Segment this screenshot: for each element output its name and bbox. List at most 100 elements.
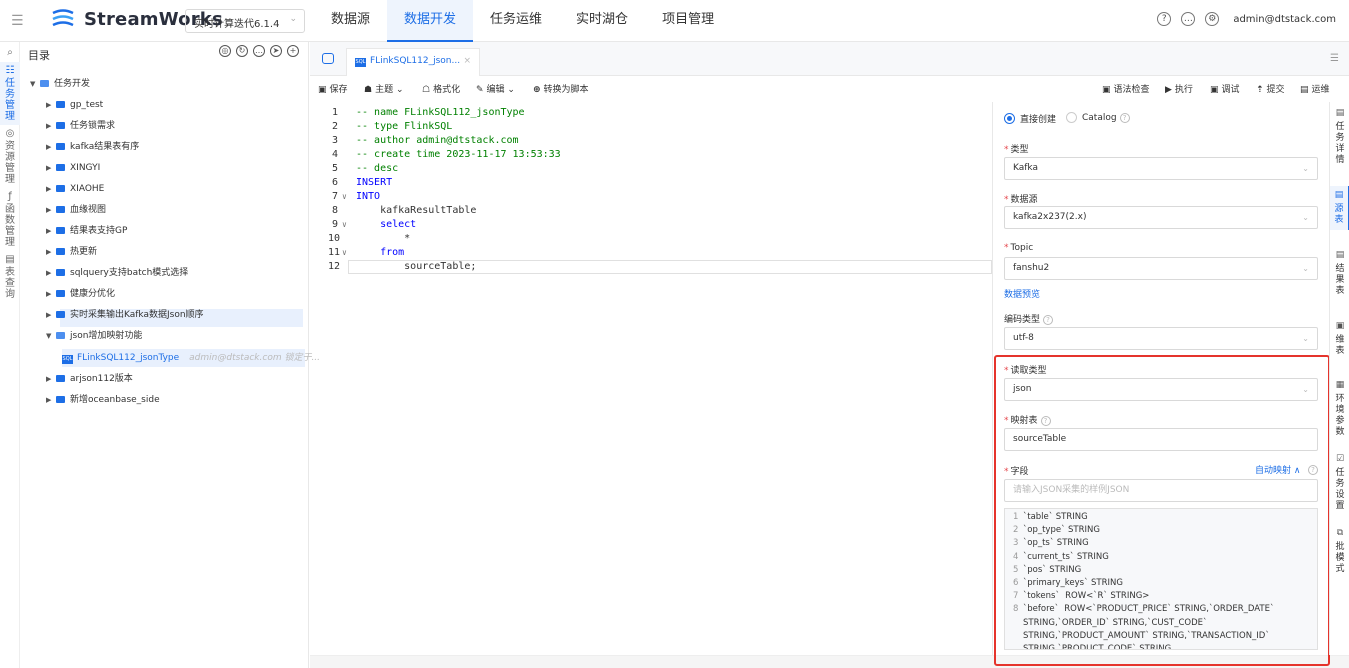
help-icon[interactable]: ? bbox=[1119, 112, 1130, 123]
data-preview-link[interactable]: 数据预览 bbox=[1004, 287, 1040, 300]
result-table-icon: ▤ bbox=[1335, 250, 1345, 260]
help-icon[interactable]: ? bbox=[1043, 315, 1054, 325]
more-icon[interactable]: … bbox=[253, 45, 265, 57]
submit-button[interactable]: ⇡ 提交 bbox=[1256, 82, 1285, 95]
user-name[interactable]: admin@dtstack.com bbox=[1233, 14, 1336, 25]
caret-right-icon: ▶ bbox=[46, 248, 52, 256]
read-type-label: * 读取类型 bbox=[1004, 366, 1047, 376]
tree-title: 目录 bbox=[28, 49, 50, 62]
rail-function-manage[interactable]: ƒ 函数管理 bbox=[0, 188, 20, 251]
rail-label: 结果表 bbox=[1335, 264, 1345, 296]
code-line: 12 sourceTable; bbox=[328, 261, 477, 272]
field-text: `current_ts` STRING bbox=[1023, 551, 1109, 562]
auto-map-link[interactable]: 自动映射 ∧ bbox=[1255, 463, 1300, 476]
source-config-panel: 直接创建 Catalog? * 类型 Kafka ⌄ * 数据源 kafka2x237… bbox=[992, 102, 1329, 655]
nav-item-lakehouse[interactable]: 实时湖仓 bbox=[559, 0, 645, 42]
save-button[interactable]: ▣ 保存 bbox=[318, 82, 348, 95]
version-select[interactable]: 实时计算迭代6.1.4 ⌄ bbox=[185, 9, 305, 33]
rail-env-params[interactable]: ▦ 环境参数 bbox=[1330, 380, 1349, 438]
add-icon[interactable]: + bbox=[287, 45, 299, 57]
radio-catalog[interactable]: Catalog? bbox=[1066, 112, 1130, 123]
rail-task-manage[interactable]: ☷ 任务管理 bbox=[0, 62, 20, 125]
rail-task-details[interactable]: ▤ 任务详情 bbox=[1330, 108, 1349, 166]
tree-item[interactable]: ▶ 结果表支持GP bbox=[46, 222, 127, 240]
convert-script-button[interactable]: ⊕ 转换为脚本 bbox=[533, 82, 589, 95]
rail-dim-table[interactable]: ▣ 维表 bbox=[1330, 321, 1349, 357]
mapping-table-input[interactable]: sourceTable bbox=[1004, 428, 1318, 451]
nav-item-task-ops[interactable]: 任务运维 bbox=[473, 0, 559, 42]
tree-item[interactable]: ▶ sqlquery支持batch模式选择 bbox=[46, 264, 188, 282]
json-sample-input[interactable]: 请输入JSON采集的样例JSON bbox=[1004, 479, 1318, 502]
rail-task-settings[interactable]: ☑ 任务设置 bbox=[1330, 454, 1349, 512]
format-button[interactable]: ☖ 格式化 bbox=[422, 82, 460, 95]
pencil-icon: ✎ bbox=[476, 85, 484, 95]
nav-item-data-dev[interactable]: 数据开发 bbox=[387, 0, 474, 42]
tab-menu-icon[interactable]: ☰ bbox=[1330, 53, 1339, 64]
tree-item[interactable]: ▶ 热更新 bbox=[46, 243, 97, 261]
help-icon[interactable]: ? bbox=[1040, 416, 1051, 426]
code-line: 11 ∨ from bbox=[328, 247, 405, 258]
refresh-icon[interactable]: ↻ bbox=[236, 45, 248, 57]
tree-label: json增加映射功能 bbox=[70, 331, 143, 341]
rail-resource-manage[interactable]: ◎ 资源管理 bbox=[0, 125, 20, 188]
read-type-select[interactable]: json ⌄ bbox=[1004, 378, 1318, 401]
file-tab[interactable]: SQL FLinkSQL112_json... × bbox=[346, 48, 480, 76]
tree-item[interactable]: ▶ kafka结果表有序 bbox=[46, 138, 139, 156]
submit-label: 提交 bbox=[1266, 85, 1285, 95]
gear-icon[interactable]: ⚙ bbox=[1205, 12, 1220, 26]
field-line: 3 `op_ts` STRING bbox=[1005, 537, 1317, 550]
tree-actions: ◎ ↻ … ➤ + bbox=[219, 45, 299, 57]
radio-direct-create[interactable]: 直接创建 bbox=[1004, 112, 1056, 125]
tree-item[interactable]: ▶ 任务锁需求 bbox=[46, 117, 115, 135]
menu-icon[interactable]: ☰ bbox=[11, 13, 24, 29]
mapping-table-label: * 映射表? bbox=[1004, 413, 1051, 426]
help-icon[interactable]: ? bbox=[1308, 465, 1318, 475]
close-icon[interactable]: × bbox=[463, 49, 471, 73]
sql-file-icon: SQL bbox=[62, 355, 73, 364]
tree-item[interactable]: ▶ 健康分优化 bbox=[46, 285, 115, 303]
caret-right-icon: ▶ bbox=[46, 122, 52, 130]
code-editor[interactable]: 1 -- name FLinkSQL112_jsonType 2 -- type F… bbox=[310, 102, 992, 655]
rail-source-table[interactable]: ▤ 源表 bbox=[1330, 186, 1349, 230]
tree-item[interactable]: ▼ json增加映射功能 bbox=[46, 327, 142, 345]
horizontal-scrollbar[interactable] bbox=[310, 655, 1349, 668]
rail-result-table[interactable]: ▤ 结果表 bbox=[1330, 250, 1349, 297]
type-select[interactable]: Kafka ⌄ bbox=[1004, 157, 1318, 180]
encoding-select[interactable]: utf-8 ⌄ bbox=[1004, 327, 1318, 350]
theme-button[interactable]: ☗ 主题 ⌄ bbox=[364, 82, 404, 95]
search-icon[interactable]: ⌕ bbox=[0, 42, 20, 62]
help-icon[interactable]: ? bbox=[1157, 12, 1172, 26]
nav-item-project[interactable]: 项目管理 bbox=[645, 0, 731, 42]
code-line: 5 -- desc bbox=[331, 163, 399, 174]
tree-file-selected[interactable]: SQL FLinkSQL112_jsonType admin@dtstack.com… bbox=[62, 349, 320, 367]
tree-item[interactable]: ▶ 血缘视图 bbox=[46, 201, 106, 219]
tree-item[interactable]: ▶ arjson112版本 bbox=[46, 370, 133, 388]
home-icon[interactable] bbox=[322, 53, 334, 64]
ops-button[interactable]: ▤ 运维 bbox=[1300, 82, 1330, 95]
rail-table-query[interactable]: ▤ 表查询 bbox=[0, 251, 20, 303]
tree-item[interactable]: ▶ 实时采集输出Kafka数据Json顺序 bbox=[46, 306, 204, 324]
fold-icon[interactable]: ∨ bbox=[342, 190, 347, 204]
message-icon[interactable]: … bbox=[1181, 12, 1196, 26]
tree-item[interactable]: ▶ 新增oceanbase_side bbox=[46, 391, 160, 409]
code-line: 3 -- author admin@dtstack.com bbox=[331, 135, 519, 146]
fold-icon[interactable]: ∨ bbox=[342, 218, 347, 232]
syntax-check-button[interactable]: ▣ 语法检查 bbox=[1102, 82, 1150, 95]
batch-icon: ⧉ bbox=[1336, 528, 1344, 538]
send-icon[interactable]: ➤ bbox=[270, 45, 282, 57]
fold-icon[interactable]: ∨ bbox=[342, 246, 347, 260]
run-button[interactable]: ▶ 执行 bbox=[1165, 82, 1193, 95]
tree-item[interactable]: ▶ XIAOHE bbox=[46, 180, 104, 198]
tree-item[interactable]: ▶ gp_test bbox=[46, 96, 103, 114]
nav-item-datasource[interactable]: 数据源 bbox=[314, 0, 387, 42]
datasource-select[interactable]: kafka2x237(2.x) ⌄ bbox=[1004, 206, 1318, 229]
topic-select[interactable]: fanshu2 ⌄ bbox=[1004, 257, 1318, 280]
fields-editor[interactable]: 1 `table` STRING 2 `op_type` STRING 3 `op_t… bbox=[1004, 508, 1318, 650]
rail-batch-mode[interactable]: ⧉ 批模式 bbox=[1330, 528, 1349, 575]
locate-icon[interactable]: ◎ bbox=[219, 45, 231, 57]
tree-root[interactable]: ▼ 任务开发 bbox=[30, 75, 90, 93]
tree-item[interactable]: ▶ XINGYI bbox=[46, 159, 100, 177]
left-rail: ⌕ ☷ 任务管理 ◎ 资源管理 ƒ 函数管理 ▤ 表查询 bbox=[0, 42, 20, 668]
debug-button[interactable]: ▣ 调试 bbox=[1210, 82, 1240, 95]
edit-button[interactable]: ✎ 编辑 ⌄ bbox=[476, 82, 515, 95]
